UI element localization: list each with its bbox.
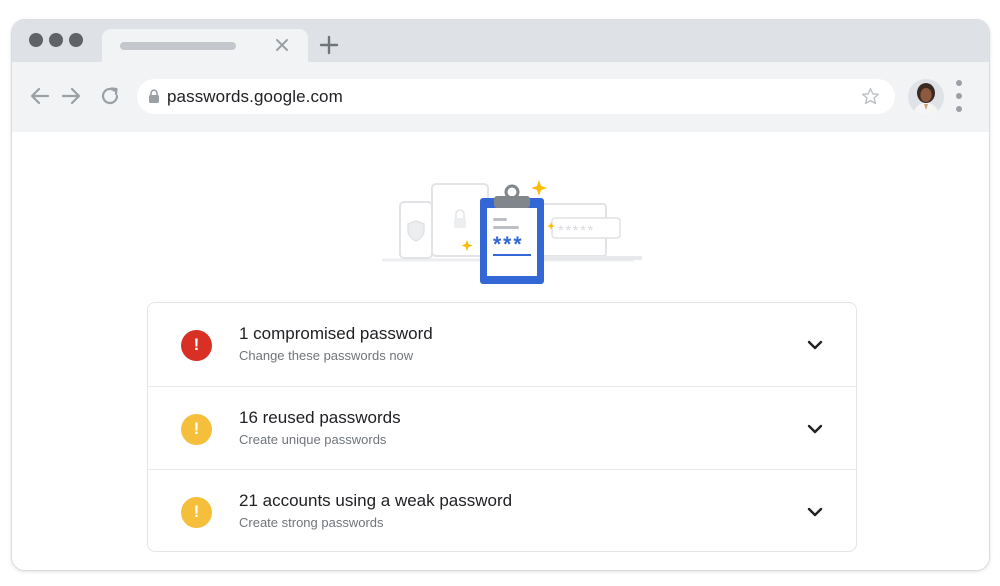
avatar[interactable] — [908, 79, 944, 115]
address-bar-url[interactable]: passwords.google.com — [167, 87, 343, 107]
row-title: 21 accounts using a weak password — [239, 491, 513, 510]
row-title: 16 reused passwords — [239, 408, 401, 427]
row-subtitle: Create strong passwords — [239, 515, 384, 530]
plus-icon[interactable] — [318, 34, 340, 56]
warning-icon-glyph: ! — [193, 502, 200, 521]
password-checkup-card: ! 1 compromised password Change these pa… — [147, 302, 857, 552]
window-close-dot[interactable] — [29, 33, 43, 47]
reused-passwords-row[interactable]: ! 16 reused passwords Create unique pass… — [148, 386, 856, 469]
password-checkup-page: ***** *** ! 1 compromised password Chang… — [12, 132, 989, 570]
warning-icon-glyph: ! — [193, 419, 200, 438]
masked-field-text: ***** — [558, 222, 595, 238]
star-icon[interactable] — [860, 86, 881, 107]
chevron-down-icon[interactable] — [806, 505, 824, 519]
reload-icon[interactable] — [98, 84, 122, 108]
row-subtitle: Change these passwords now — [239, 348, 414, 363]
weak-passwords-row[interactable]: ! 21 accounts using a weak password Crea… — [148, 469, 856, 552]
row-title: 1 compromised password — [239, 324, 433, 343]
avatar-photo — [908, 79, 944, 115]
alert-icon-glyph: ! — [193, 335, 200, 354]
window-maximize-dot[interactable] — [69, 33, 83, 47]
more-vert-icon[interactable] — [955, 80, 963, 116]
arrow-left-icon[interactable] — [28, 84, 52, 108]
window-minimize-dot[interactable] — [49, 33, 63, 47]
sparkle-icon — [531, 180, 547, 196]
password-checkup-illustration: ***** *** — [382, 180, 642, 284]
masked-password-text: *** — [493, 233, 524, 256]
lock-icon — [149, 89, 159, 103]
warning-icon: ! — [181, 414, 212, 445]
chevron-down-icon[interactable] — [806, 422, 824, 436]
browser-tab[interactable] — [102, 29, 308, 62]
browser-toolbar: passwords.google.com — [12, 62, 989, 132]
chevron-down-icon[interactable] — [806, 338, 824, 352]
address-bar[interactable]: passwords.google.com — [137, 79, 895, 114]
tab-strip — [12, 20, 989, 62]
arrow-right-icon[interactable] — [59, 84, 83, 108]
warning-icon: ! — [181, 497, 212, 528]
tab-title-placeholder — [120, 42, 236, 50]
close-icon[interactable] — [272, 35, 292, 55]
browser-window: passwords.google.com ***** *** ! 1 compr… — [11, 19, 990, 571]
row-subtitle: Create unique passwords — [239, 432, 387, 447]
alert-icon: ! — [181, 330, 212, 361]
compromised-passwords-row[interactable]: ! 1 compromised password Change these pa… — [148, 303, 856, 386]
